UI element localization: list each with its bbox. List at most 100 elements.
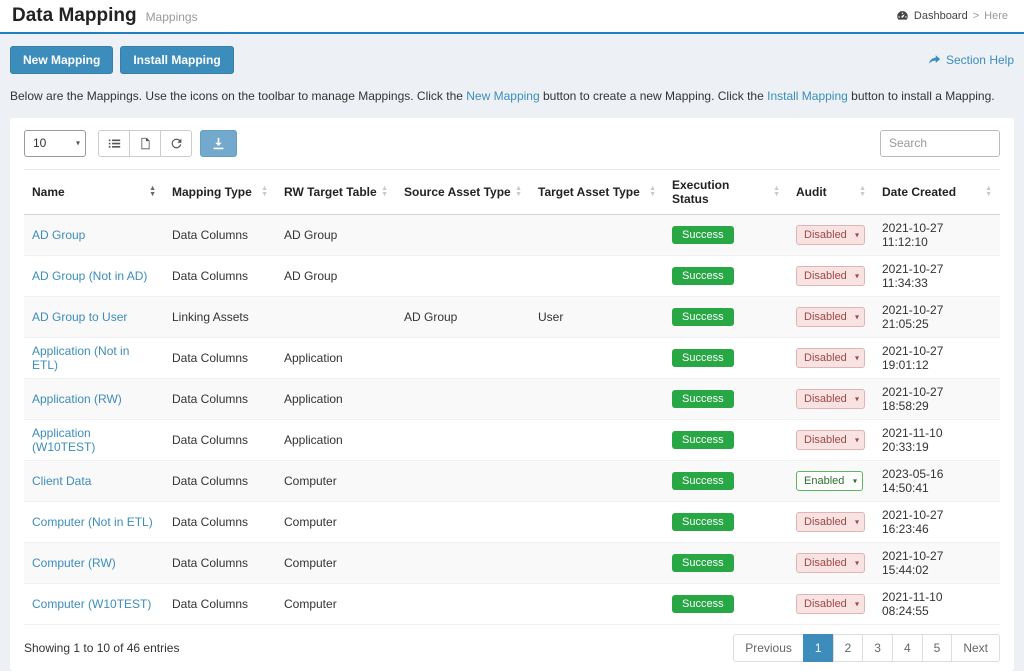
column-header-target-asset-type[interactable]: Target Asset Type ▲ ▼ xyxy=(530,168,664,215)
sort-arrows-icon: ▲ ▼ xyxy=(261,184,268,198)
execution-status-cell: Success xyxy=(664,378,788,420)
column-header-rw-target-table[interactable]: RW Target Table ▲ ▼ xyxy=(276,168,396,215)
status-badge: Success xyxy=(672,266,734,285)
rw-target-table-cell: Application xyxy=(276,378,396,420)
file-export-icon xyxy=(139,137,152,150)
target-asset-type-cell xyxy=(530,501,664,543)
mapping-name-link[interactable]: Application (RW) xyxy=(32,392,122,406)
audit-cell: Disabled ▾ xyxy=(788,255,874,297)
column-header-execution-status[interactable]: Execution Status ▲ ▼ xyxy=(664,168,788,215)
download-button[interactable] xyxy=(200,129,237,157)
column-header-label: Target Asset Type xyxy=(538,184,640,199)
status-badge: Success xyxy=(672,471,734,490)
page-button-previous[interactable]: Previous xyxy=(733,633,804,662)
page-button-next[interactable]: Next xyxy=(951,633,1000,662)
page-button-5[interactable]: 5 xyxy=(921,633,953,662)
install-mapping-button[interactable]: Install Mapping xyxy=(120,46,234,74)
audit-select[interactable]: Disabled xyxy=(796,511,865,532)
refresh-button[interactable] xyxy=(160,129,192,157)
audit-select[interactable]: Disabled xyxy=(796,593,865,614)
mapping-name-link[interactable]: AD Group xyxy=(32,228,85,242)
audit-select[interactable]: Disabled xyxy=(796,265,865,286)
new-mapping-link[interactable]: New Mapping xyxy=(466,89,539,103)
execution-status-cell: Success xyxy=(664,255,788,297)
rw-target-table-cell: Application xyxy=(276,337,396,379)
audit-cell: Disabled ▾ xyxy=(788,419,874,461)
date-created-cell: 2021-10-27 21:05:25 xyxy=(874,296,1000,338)
target-asset-type-cell xyxy=(530,337,664,379)
audit-select[interactable]: Disabled xyxy=(796,347,865,368)
export-button[interactable] xyxy=(129,129,161,157)
mapping-name-link[interactable]: Client Data xyxy=(32,474,91,488)
source-asset-type-cell xyxy=(396,337,530,379)
date-created-cell: 2021-10-27 11:34:33 xyxy=(874,255,1000,297)
mappings-table: Name ▲ ▼ Mapping Type ▲ ▼ RW Target Table ▲ ▼ Sou… xyxy=(24,168,1000,625)
audit-select-wrap: Disabled ▾ xyxy=(796,224,865,245)
sort-arrows-icon: ▲ ▼ xyxy=(773,184,780,198)
sort-arrows-icon: ▲ ▼ xyxy=(381,184,388,198)
table-head: Name ▲ ▼ Mapping Type ▲ ▼ RW Target Table ▲ ▼ Sou… xyxy=(24,168,1000,215)
audit-select[interactable]: Disabled xyxy=(796,429,865,450)
mapping-name-link[interactable]: Application (W10TEST) xyxy=(32,426,95,454)
page-button-2[interactable]: 2 xyxy=(832,633,864,662)
page-button-4[interactable]: 4 xyxy=(891,633,923,662)
mapping-name-link[interactable]: Computer (Not in ETL) xyxy=(32,515,153,529)
name-cell: AD Group to User xyxy=(24,296,164,338)
list-view-button[interactable] xyxy=(98,129,130,157)
audit-cell: Disabled ▾ xyxy=(788,542,874,584)
new-mapping-button[interactable]: New Mapping xyxy=(10,46,114,74)
audit-cell: Disabled ▾ xyxy=(788,583,874,625)
column-header-label: RW Target Table xyxy=(284,184,377,199)
mapping-name-link[interactable]: AD Group (Not in AD) xyxy=(32,269,147,283)
page-button-1[interactable]: 1 xyxy=(802,633,834,662)
source-asset-type-cell: AD Group xyxy=(396,296,530,338)
audit-select-wrap: Disabled ▾ xyxy=(796,347,865,368)
install-mapping-link[interactable]: Install Mapping xyxy=(767,89,848,103)
mapping-name-link[interactable]: Computer (RW) xyxy=(32,556,116,570)
page-subtitle: Mappings xyxy=(145,9,198,24)
content: New Mapping Install Mapping Section Help… xyxy=(0,34,1024,671)
audit-select-wrap: Disabled ▾ xyxy=(796,593,865,614)
mapping-name-link[interactable]: Application (Not in ETL) xyxy=(32,344,129,372)
column-header-label: Source Asset Type xyxy=(404,184,511,199)
target-asset-type-cell xyxy=(530,419,664,461)
column-header-source-asset-type[interactable]: Source Asset Type ▲ ▼ xyxy=(396,168,530,215)
mapping-type-cell: Data Columns xyxy=(164,583,276,625)
table-body: AD Group Data Columns AD Group Success Disab… xyxy=(24,214,1000,625)
mapping-name-link[interactable]: Computer (W10TEST) xyxy=(32,597,151,611)
section-help-link[interactable]: Section Help xyxy=(928,53,1014,67)
audit-cell: Disabled ▾ xyxy=(788,296,874,338)
target-asset-type-cell xyxy=(530,542,664,584)
description-text: Below are the Mappings. Use the icons on… xyxy=(10,89,467,103)
target-asset-type-cell xyxy=(530,214,664,256)
name-cell: Computer (W10TEST) xyxy=(24,583,164,625)
mapping-name-link[interactable]: AD Group to User xyxy=(32,310,127,324)
page-size-select[interactable]: 10 xyxy=(24,129,86,157)
audit-select[interactable]: Disabled xyxy=(796,388,865,409)
sort-arrows-icon: ▲ ▼ xyxy=(985,184,992,198)
audit-select[interactable]: Disabled xyxy=(796,306,865,327)
arrow-forward-icon xyxy=(928,54,941,67)
page-button-3[interactable]: 3 xyxy=(862,633,893,662)
breadcrumb-dashboard[interactable]: Dashboard xyxy=(914,10,968,22)
audit-select[interactable]: Disabled xyxy=(796,552,865,573)
search-input[interactable] xyxy=(880,129,1000,157)
table-header-row: Name ▲ ▼ Mapping Type ▲ ▼ RW Target Table ▲ ▼ Sou… xyxy=(24,168,1000,215)
name-cell: AD Group xyxy=(24,214,164,256)
status-badge: Success xyxy=(672,225,734,244)
column-header-mapping-type[interactable]: Mapping Type ▲ ▼ xyxy=(164,168,276,215)
audit-select[interactable]: Disabled xyxy=(796,224,865,245)
column-header-label: Date Created xyxy=(882,184,957,199)
status-badge: Success xyxy=(672,348,734,367)
column-header-audit[interactable]: Audit ▲ ▼ xyxy=(788,168,874,215)
sort-arrows-icon: ▲ ▼ xyxy=(649,184,656,198)
column-header-date-created[interactable]: Date Created ▲ ▼ xyxy=(874,168,1000,215)
target-asset-type-cell: User xyxy=(530,296,664,338)
audit-select[interactable]: Enabled xyxy=(796,470,863,491)
audit-cell: Disabled ▾ xyxy=(788,501,874,543)
column-header-name[interactable]: Name ▲ ▼ xyxy=(24,168,164,215)
audit-cell: Disabled ▾ xyxy=(788,214,874,256)
table-row: Computer (Not in ETL) Data Columns Compute… xyxy=(24,501,1000,543)
table-row: AD Group (Not in AD) Data Columns AD Group… xyxy=(24,255,1000,297)
section-help-label: Section Help xyxy=(945,53,1014,67)
